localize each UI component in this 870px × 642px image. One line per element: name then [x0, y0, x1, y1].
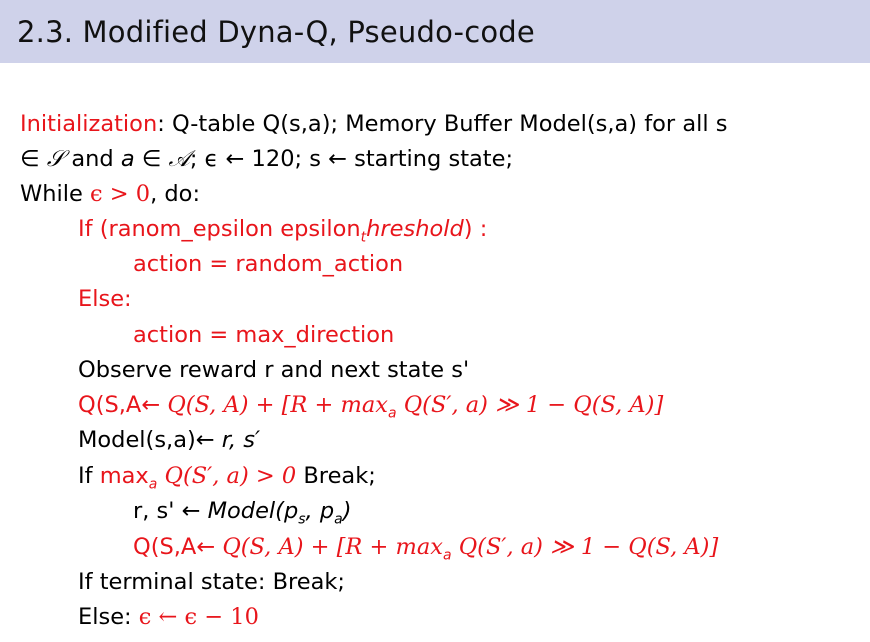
q-update-line-1: Q(S,A← Q(S, A) + [R + maxa Q(S′, a) ≫ 1 …: [78, 390, 663, 429]
if-epsilon-text: If (ranom_epsilon epsilon: [78, 216, 361, 242]
epsilon-init-text: ; ϵ ← 120; s ← starting state;: [189, 146, 514, 172]
max-direction-line: action = max_direction: [133, 320, 394, 350]
random-action-text: action = random_action: [133, 251, 404, 277]
q-update2-sub-a: a: [442, 547, 452, 564]
sub-a: a: [334, 511, 343, 528]
q-update2-rhs-a: Q(S, A) + [R + max: [222, 534, 443, 560]
break-text: Break;: [296, 463, 376, 489]
slide-title: 2.3. Modified Dyna-Q, Pseudo-code: [17, 14, 535, 49]
init-keyword: Initialization: [20, 111, 158, 137]
init-line: Initialization: Q-table Q(s,a); Memory B…: [20, 109, 728, 139]
while-condition: ϵ > 0: [90, 181, 151, 207]
action-set-symbol: 𝒜: [168, 146, 190, 172]
model-call-open: Model(p: [207, 498, 299, 524]
elem-of-symbol: ∈: [20, 146, 47, 172]
max-direction-text: action = max_direction: [133, 322, 395, 348]
q-update2-lhs: Q(S,A←: [133, 534, 223, 560]
hreshold-text: hreshold: [366, 216, 464, 242]
slide-header: 2.3. Modified Dyna-Q, Pseudo-code: [0, 0, 870, 63]
epsilon-decay-expr: ϵ ← ϵ − 10: [138, 604, 259, 630]
sub-s: s: [298, 511, 306, 528]
while-keyword: While: [20, 181, 91, 207]
model-call-close: ): [342, 498, 352, 524]
else-decay-line: Else: ϵ ← ϵ − 10: [78, 602, 259, 632]
if-condition: Q(S′, a) > 0: [157, 463, 297, 489]
if-break-line: If maxa Q(S′, a) > 0 Break;: [78, 461, 376, 500]
init-line-continued: ∈ 𝒮 and a ∈ 𝒜; ϵ ← 120; s ← starting sta…: [20, 144, 513, 174]
init-text: : Q-table Q(s,a); Memory Buffer Model(s,…: [157, 111, 728, 137]
max-text: max: [99, 463, 149, 489]
else-decay-keyword: Else:: [78, 604, 139, 630]
model-lhs: Model(s,a)←: [78, 427, 222, 453]
terminal-text: If terminal state: Break;: [78, 569, 346, 595]
while-line: While ϵ > 0, do:: [20, 179, 200, 209]
else-line: Else:: [78, 284, 132, 314]
model-rhs: r, s′: [221, 427, 261, 453]
and-text: and: [64, 146, 121, 172]
model-line: Model(s,a)← r, s′: [78, 425, 260, 455]
q-update-lhs: Q(S,A←: [78, 392, 168, 418]
if-epsilon-line: If (ranom_epsilon epsilonthreshold) :: [78, 214, 487, 253]
state-set-symbol: 𝒮: [46, 146, 65, 172]
q-update-rhs-b: Q(S′, a) ≫ 1 − Q(S, A)]: [396, 392, 664, 418]
q-update-sub-a: a: [387, 405, 397, 422]
sample-lhs: r, s' ←: [133, 498, 208, 524]
random-action-line: action = random_action: [133, 249, 403, 279]
action-var: a: [120, 146, 135, 172]
sample-model-line: r, s' ← Model(ps, pa): [133, 496, 352, 535]
if-keyword: If: [78, 463, 100, 489]
q-update-rhs-a: Q(S, A) + [R + max: [167, 392, 388, 418]
q-update-line-2: Q(S,A← Q(S, A) + [R + maxa Q(S′, a) ≫ 1 …: [133, 532, 718, 571]
elem-of-symbol-2: ∈: [134, 146, 169, 172]
q-update2-rhs-b: Q(S′, a) ≫ 1 − Q(S, A)]: [451, 534, 719, 560]
observe-line: Observe reward r and next state s': [78, 355, 469, 385]
if-epsilon-close: ) :: [463, 216, 488, 242]
do-text: , do:: [150, 181, 201, 207]
else-text: Else:: [78, 286, 132, 312]
terminal-line: If terminal state: Break;: [78, 567, 345, 597]
model-call-mid: , p: [305, 498, 335, 524]
observe-text: Observe reward r and next state s': [78, 357, 470, 383]
